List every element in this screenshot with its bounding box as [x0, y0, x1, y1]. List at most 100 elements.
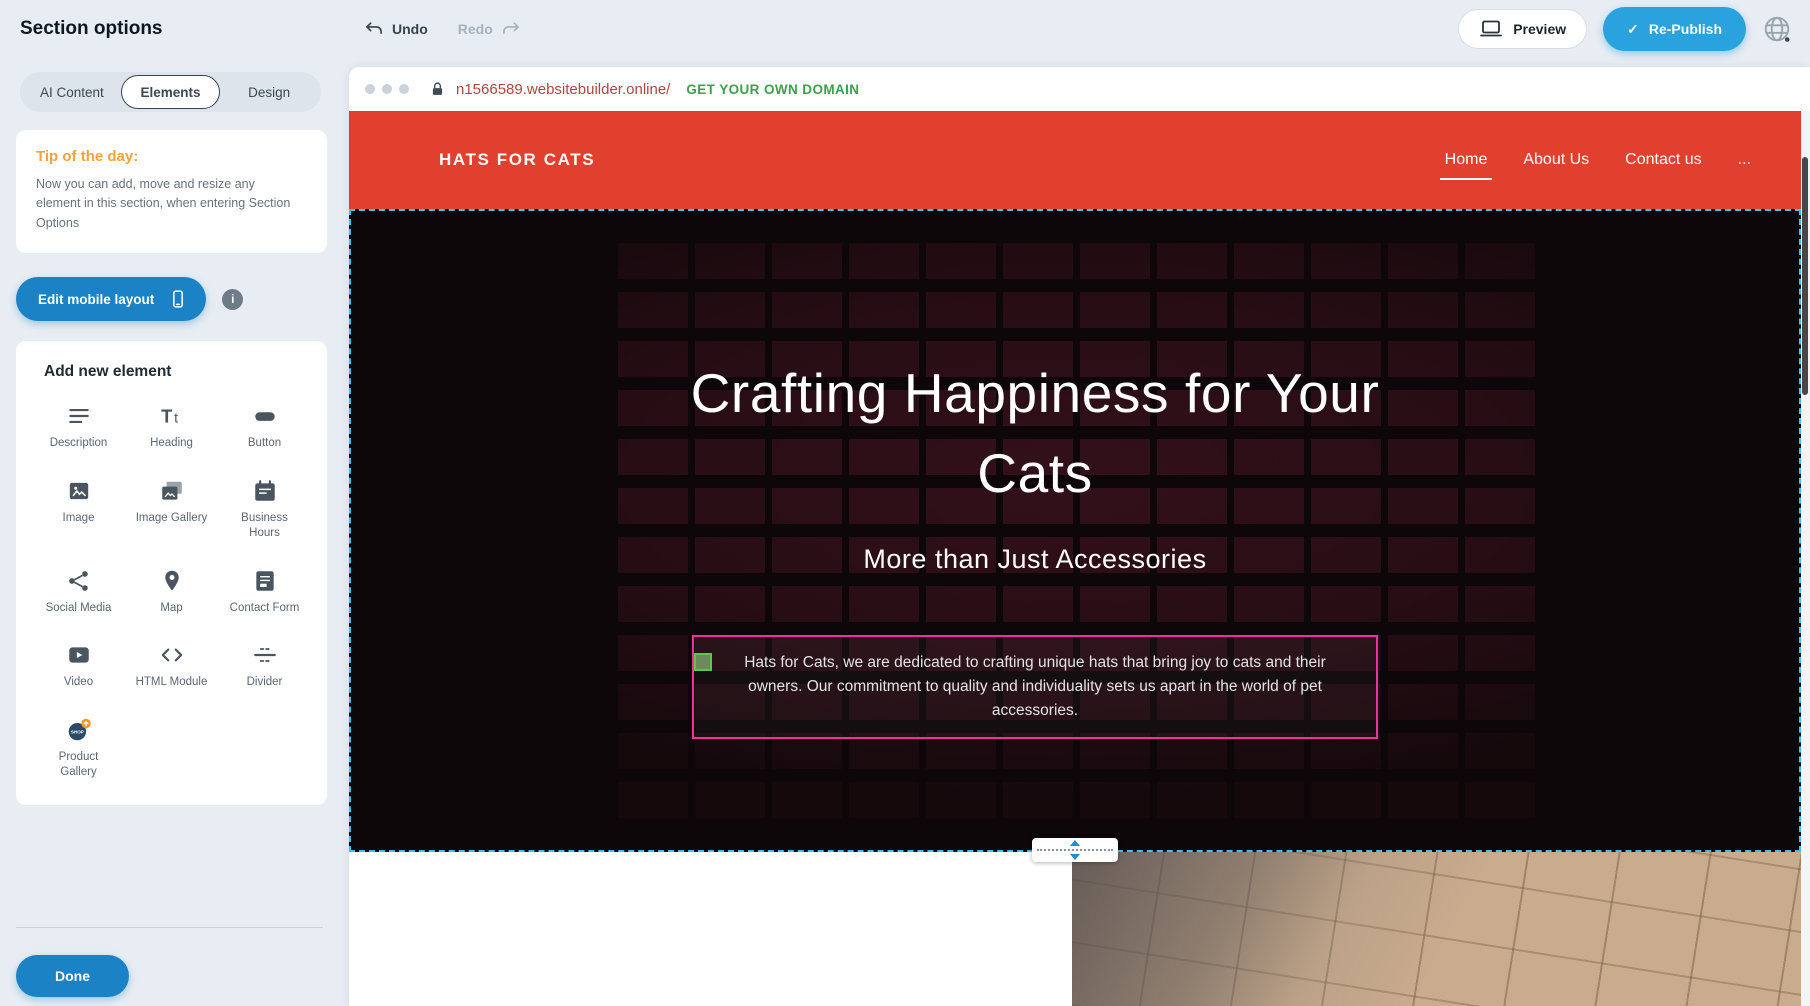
undo-icon [364, 19, 384, 39]
description-icon [66, 403, 92, 429]
edit-mobile-layout-label: Edit mobile layout [38, 292, 154, 307]
mobile-layout-row: Edit mobile layout [16, 277, 327, 321]
undo-label: Undo [392, 21, 428, 37]
add-new-element-card: Add new element Description Tt Heading B… [16, 341, 327, 805]
element-label: Button [248, 436, 281, 452]
add-element-map[interactable]: Map [125, 568, 218, 617]
add-element-video[interactable]: Video [32, 642, 125, 691]
tip-title: Tip of the day: [36, 148, 307, 165]
next-section [349, 852, 1801, 1006]
add-element-html-module[interactable]: HTML Module [125, 642, 218, 691]
topbar-actions: Preview Re-Publish [1458, 7, 1810, 51]
element-label: Description [50, 436, 108, 452]
add-element-description[interactable]: Description [32, 403, 125, 452]
browser-preview: n1566589.websitebuilder.online/ GET YOUR… [349, 67, 1810, 1006]
heading-icon: Tt [159, 403, 185, 429]
hero-paragraph[interactable]: Hats for Cats, we are dedicated to craft… [720, 651, 1350, 723]
element-label: Product Gallery [43, 750, 115, 781]
element-label: Business Hours [229, 511, 301, 542]
hero-heading[interactable]: Crafting Happiness for Your Cats [685, 353, 1385, 514]
business-hours-icon [252, 478, 278, 504]
svg-text:T: T [161, 406, 173, 427]
element-label: Divider [247, 675, 283, 691]
element-drag-handle[interactable] [694, 653, 712, 671]
add-element-contact-form[interactable]: Contact Form [218, 568, 311, 617]
social-media-icon [66, 568, 92, 594]
undo-button[interactable]: Undo [364, 19, 428, 39]
preview-monitor-icon [1479, 19, 1503, 39]
history-controls: Undo Redo [364, 19, 521, 39]
tab-design[interactable]: Design [220, 75, 318, 109]
add-element-image-gallery[interactable]: Image Gallery [125, 478, 218, 542]
next-section-blank [349, 852, 1072, 1006]
check-icon [1627, 21, 1639, 38]
svg-text:SHOP: SHOP [70, 729, 83, 734]
tip-of-the-day-card: Tip of the day: Now you can add, move an… [16, 130, 327, 253]
section-resize-handle[interactable] [1032, 838, 1118, 862]
element-label: Video [64, 675, 93, 691]
nav-item-contact[interactable]: Contact us [1625, 151, 1701, 169]
info-icon[interactable] [222, 289, 243, 310]
image-icon [66, 478, 92, 504]
republish-label: Re-Publish [1649, 21, 1722, 37]
video-icon [66, 642, 92, 668]
add-element-button[interactable]: Button [218, 403, 311, 452]
get-domain-link[interactable]: GET YOUR OWN DOMAIN [686, 82, 859, 97]
done-button[interactable]: Done [16, 955, 129, 997]
page-title: Section options [0, 18, 340, 40]
add-element-product-gallery[interactable]: SHOP Product Gallery [32, 717, 125, 781]
site-logo[interactable]: HATS FOR CATS [439, 150, 595, 170]
tip-body: Now you can add, move and resize any ele… [36, 175, 291, 233]
element-label: Contact Form [230, 601, 300, 617]
scrollbar[interactable] [1801, 111, 1810, 1006]
edit-mobile-layout-button[interactable]: Edit mobile layout [16, 277, 206, 321]
element-label: Image Gallery [136, 511, 208, 527]
element-grid: Description Tt Heading Button Image [32, 403, 311, 781]
window-dot [382, 84, 392, 94]
element-label: Map [160, 601, 182, 617]
sidebar-tabs: AI Content Elements Design [20, 72, 321, 112]
site-nav: Home About Us Contact us ... [1445, 151, 1751, 169]
sidebar-divider [16, 927, 323, 928]
map-icon [159, 568, 185, 594]
add-element-business-hours[interactable]: Business Hours [218, 478, 311, 542]
redo-icon [501, 19, 521, 39]
tab-ai-content[interactable]: AI Content [23, 75, 121, 109]
preview-label: Preview [1513, 21, 1566, 37]
language-globe-icon[interactable] [1762, 14, 1792, 44]
site-header: HATS FOR CATS Home About Us Contact us .… [349, 111, 1801, 209]
add-element-divider[interactable]: Divider [218, 642, 311, 691]
tab-elements[interactable]: Elements [121, 75, 221, 109]
nav-item-about[interactable]: About Us [1523, 151, 1589, 169]
republish-button[interactable]: Re-Publish [1603, 7, 1746, 51]
element-label: Heading [150, 436, 193, 452]
pavement-photo [1072, 852, 1801, 1006]
window-controls [365, 84, 409, 94]
topbar: Section options Undo Redo Preview Re-Pub… [0, 0, 1810, 58]
nav-item-home[interactable]: Home [1445, 151, 1488, 169]
preview-button[interactable]: Preview [1458, 9, 1587, 49]
contact-form-icon [252, 568, 278, 594]
html-module-icon [159, 642, 185, 668]
add-element-heading[interactable]: Tt Heading [125, 403, 218, 452]
button-icon [252, 403, 278, 429]
nav-item-more[interactable]: ... [1738, 151, 1751, 169]
add-new-element-title: Add new element [44, 363, 311, 381]
add-element-social-media[interactable]: Social Media [32, 568, 125, 617]
phone-icon [168, 288, 188, 310]
redo-label: Redo [458, 21, 493, 37]
site-viewport: HATS FOR CATS Home About Us Contact us .… [349, 111, 1801, 1006]
svg-text:t: t [174, 410, 178, 426]
hero-section-selected[interactable]: Crafting Happiness for Your Cats More th… [349, 209, 1801, 852]
selected-text-element[interactable]: Hats for Cats, we are dedicated to craft… [692, 635, 1378, 739]
scrollbar-thumb[interactable] [1802, 157, 1808, 395]
add-element-image[interactable]: Image [32, 478, 125, 542]
redo-button[interactable]: Redo [458, 19, 521, 39]
hero-subheading[interactable]: More than Just Accessories [863, 544, 1206, 575]
site-url[interactable]: n1566589.websitebuilder.online/ [456, 81, 670, 98]
element-label: Image [63, 511, 95, 527]
section-options-sidebar: AI Content Elements Design Tip of the da… [0, 58, 349, 1006]
hero-content: Crafting Happiness for Your Cats More th… [351, 211, 1719, 850]
product-gallery-icon: SHOP [66, 717, 92, 743]
arrow-down-icon [1070, 854, 1080, 860]
